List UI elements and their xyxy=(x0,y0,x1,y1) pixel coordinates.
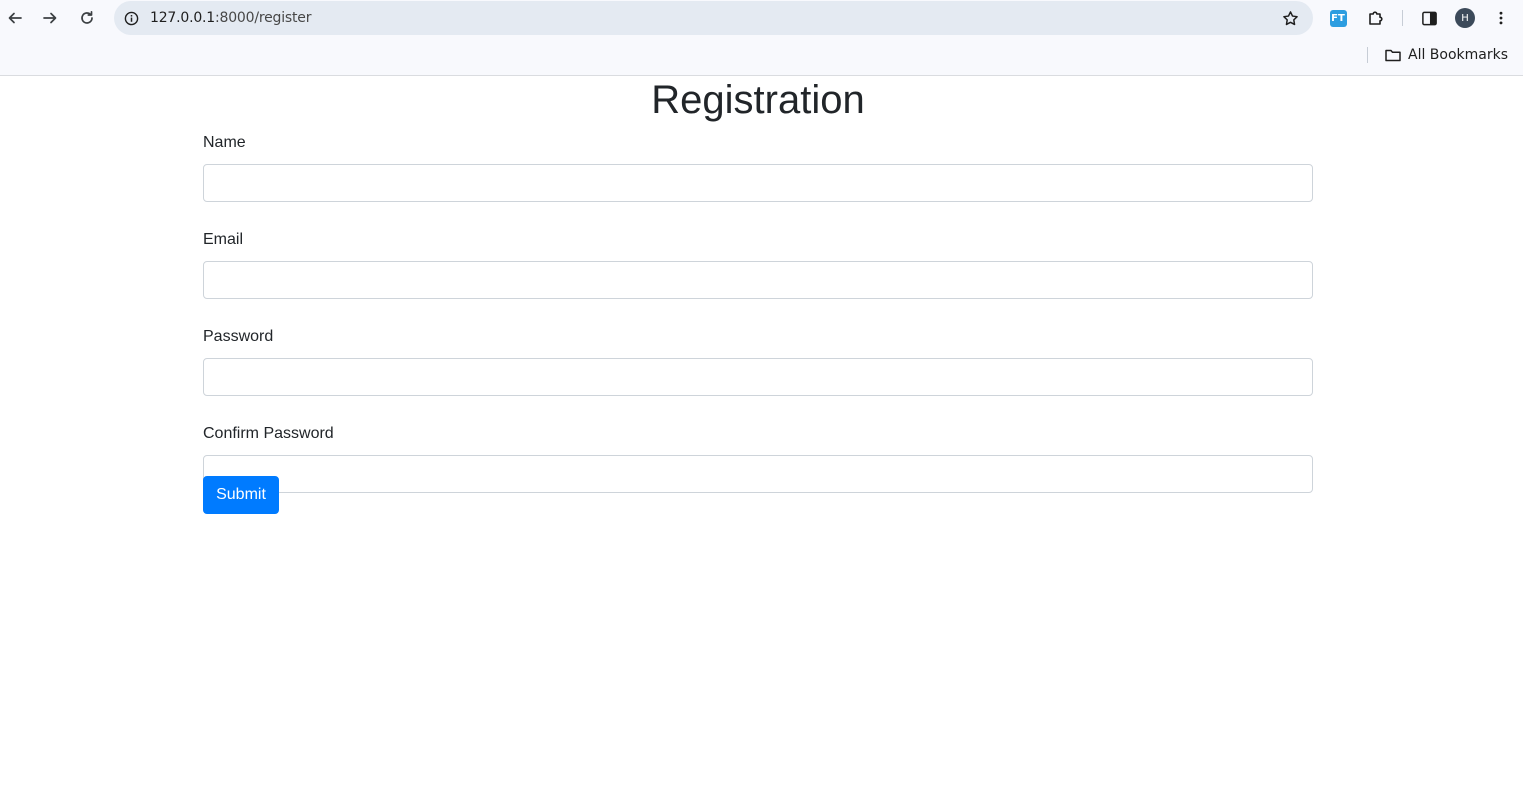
avatar: H xyxy=(1455,8,1475,28)
email-field-group: Email xyxy=(203,230,1313,299)
password-field-group: Password xyxy=(203,327,1313,396)
url-host: 127.0.0.1 xyxy=(150,10,215,26)
password-label: Password xyxy=(203,328,274,345)
extension-icon: FT xyxy=(1329,9,1347,27)
side-panel-button[interactable] xyxy=(1418,7,1440,29)
reload-button[interactable] xyxy=(74,5,100,31)
url-text[interactable]: 127.0.0.1:8000/register xyxy=(150,10,311,26)
profile-button[interactable]: H xyxy=(1454,7,1476,29)
confirm-password-input[interactable] xyxy=(203,455,1313,493)
toolbar-divider xyxy=(1402,10,1403,26)
extension-button[interactable]: FT xyxy=(1327,7,1349,29)
confirm-password-field-group: Confirm Password xyxy=(203,424,1313,493)
side-panel-icon xyxy=(1421,11,1437,25)
email-label: Email xyxy=(203,231,244,248)
all-bookmarks-button[interactable]: All Bookmarks xyxy=(1384,44,1508,66)
extensions-menu-button[interactable] xyxy=(1365,7,1387,29)
bookmarks-divider xyxy=(1367,47,1368,63)
folder-icon xyxy=(1385,49,1401,62)
browser-menu-button[interactable] xyxy=(1490,7,1512,29)
puzzle-icon xyxy=(1369,11,1383,25)
forward-button[interactable] xyxy=(37,5,63,31)
name-input[interactable] xyxy=(203,164,1313,202)
arrow-right-icon xyxy=(43,12,57,24)
arrow-left-icon xyxy=(8,12,22,24)
password-input[interactable] xyxy=(203,358,1313,396)
browser-toolbar: 127.0.0.1:8000/register FT H All Bookmar… xyxy=(0,0,1523,76)
site-info-icon[interactable] xyxy=(122,9,140,27)
url-path: :8000/register xyxy=(215,10,312,26)
page-title: Registration xyxy=(651,78,865,122)
reload-icon xyxy=(81,10,93,24)
back-button[interactable] xyxy=(2,5,28,31)
name-label: Name xyxy=(203,134,246,151)
confirm-password-label: Confirm Password xyxy=(203,425,334,442)
email-input[interactable] xyxy=(203,261,1313,299)
bookmark-star-icon[interactable] xyxy=(1281,9,1299,27)
submit-button[interactable]: Submit xyxy=(203,476,279,514)
registration-form: Name Email Password Confirm Password xyxy=(203,133,1313,493)
all-bookmarks-label: All Bookmarks xyxy=(1408,47,1509,63)
address-bar[interactable]: 127.0.0.1:8000/register xyxy=(114,1,1313,35)
more-vertical-icon xyxy=(1499,11,1503,25)
name-field-group: Name xyxy=(203,133,1313,202)
